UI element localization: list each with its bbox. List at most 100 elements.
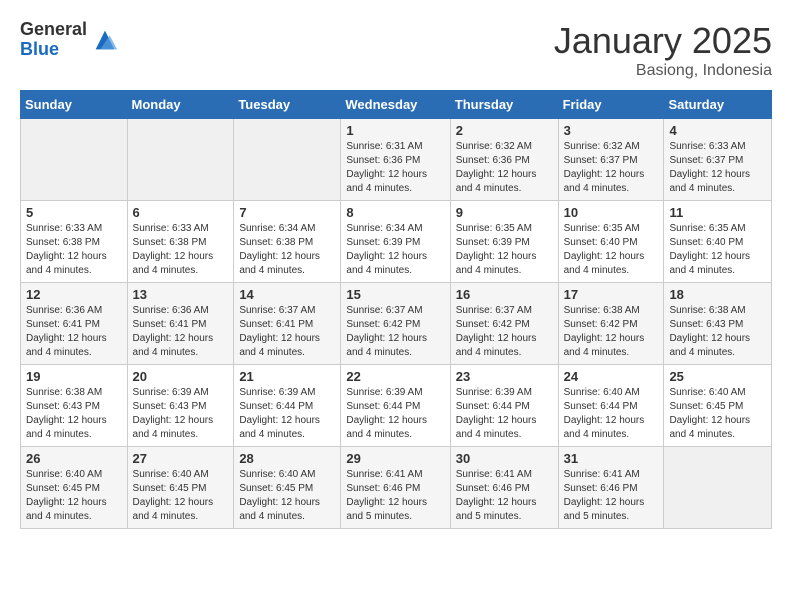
calendar-cell xyxy=(234,119,341,201)
day-info: Sunrise: 6:36 AM Sunset: 6:41 PM Dayligh… xyxy=(26,304,122,360)
calendar-cell: 10 Sunrise: 6:35 AM Sunset: 6:40 PM Dayli… xyxy=(558,201,664,283)
day-info: Sunrise: 6:33 AM Sunset: 6:38 PM Dayligh… xyxy=(133,222,229,278)
calendar-cell: 4 Sunrise: 6:33 AM Sunset: 6:37 PM Daylig… xyxy=(664,119,772,201)
day-number: 6 xyxy=(133,205,229,220)
calendar-cell: 24 Sunrise: 6:40 AM Sunset: 6:44 PM Dayli… xyxy=(558,365,664,447)
calendar-cell: 14 Sunrise: 6:37 AM Sunset: 6:41 PM Dayli… xyxy=(234,283,341,365)
calendar-cell: 18Sunrise: 6:38 AM Sunset: 6:43 PM Dayli… xyxy=(664,283,772,365)
day-info: Sunrise: 6:37 AM Sunset: 6:42 PM Dayligh… xyxy=(456,304,553,360)
day-info: Sunrise: 6:35 AM Sunset: 6:40 PM Dayligh… xyxy=(564,222,659,278)
calendar-cell: 15Sunrise: 6:37 AM Sunset: 6:42 PM Dayli… xyxy=(341,283,450,365)
calendar-cell: 8 Sunrise: 6:34 AM Sunset: 6:39 PM Daylig… xyxy=(341,201,450,283)
calendar-cell: 28 Sunrise: 6:40 AM Sunset: 6:45 PM Dayli… xyxy=(234,447,341,529)
day-number: 8 xyxy=(346,205,444,220)
day-number: 5 xyxy=(26,205,122,220)
day-number: 26 xyxy=(26,451,122,466)
calendar-week-1: 1Sunrise: 6:31 AM Sunset: 6:36 PM Daylig… xyxy=(21,119,772,201)
calendar-week-5: 26 Sunrise: 6:40 AM Sunset: 6:45 PM Dayli… xyxy=(21,447,772,529)
day-number: 13 xyxy=(133,287,229,302)
logo-icon xyxy=(91,26,119,54)
calendar-cell: 29 Sunrise: 6:41 AM Sunset: 6:46 PM Dayli… xyxy=(341,447,450,529)
day-number: 28 xyxy=(239,451,335,466)
calendar-cell: 26 Sunrise: 6:40 AM Sunset: 6:45 PM Dayli… xyxy=(21,447,128,529)
calendar-cell: 3Sunrise: 6:32 AM Sunset: 6:37 PM Daylig… xyxy=(558,119,664,201)
day-number: 22 xyxy=(346,369,444,384)
day-number: 14 xyxy=(239,287,335,302)
calendar-cell: 21 Sunrise: 6:39 AM Sunset: 6:44 PM Dayli… xyxy=(234,365,341,447)
day-number: 9 xyxy=(456,205,553,220)
day-info: Sunrise: 6:35 AM Sunset: 6:40 PM Dayligh… xyxy=(669,222,766,278)
day-info: Sunrise: 6:37 AM Sunset: 6:41 PM Dayligh… xyxy=(239,304,335,360)
logo-blue: Blue xyxy=(20,40,87,60)
location-subtitle: Basiong, Indonesia xyxy=(554,62,772,80)
weekday-header-tuesday: Tuesday xyxy=(234,91,341,119)
calendar-cell: 6 Sunrise: 6:33 AM Sunset: 6:38 PM Daylig… xyxy=(127,201,234,283)
day-number: 24 xyxy=(564,369,659,384)
day-info: Sunrise: 6:39 AM Sunset: 6:43 PM Dayligh… xyxy=(133,386,229,442)
day-info: Sunrise: 6:39 AM Sunset: 6:44 PM Dayligh… xyxy=(456,386,553,442)
day-number: 31 xyxy=(564,451,659,466)
calendar-cell: 13 Sunrise: 6:36 AM Sunset: 6:41 PM Dayli… xyxy=(127,283,234,365)
calendar-cell: 31Sunrise: 6:41 AM Sunset: 6:46 PM Dayli… xyxy=(558,447,664,529)
day-number: 29 xyxy=(346,451,444,466)
day-number: 21 xyxy=(239,369,335,384)
title-area: January 2025 Basiong, Indonesia xyxy=(554,20,772,80)
day-info: Sunrise: 6:40 AM Sunset: 6:45 PM Dayligh… xyxy=(239,468,335,524)
day-number: 4 xyxy=(669,123,766,138)
calendar-cell xyxy=(664,447,772,529)
calendar-week-4: 19Sunrise: 6:38 AM Sunset: 6:43 PM Dayli… xyxy=(21,365,772,447)
month-title: January 2025 xyxy=(554,20,772,62)
calendar-week-3: 12 Sunrise: 6:36 AM Sunset: 6:41 PM Dayli… xyxy=(21,283,772,365)
calendar-cell: 22 Sunrise: 6:39 AM Sunset: 6:44 PM Dayli… xyxy=(341,365,450,447)
calendar-cell: 12 Sunrise: 6:36 AM Sunset: 6:41 PM Dayli… xyxy=(21,283,128,365)
day-number: 30 xyxy=(456,451,553,466)
weekday-header-monday: Monday xyxy=(127,91,234,119)
day-number: 27 xyxy=(133,451,229,466)
calendar-cell: 20Sunrise: 6:39 AM Sunset: 6:43 PM Dayli… xyxy=(127,365,234,447)
calendar-cell: 9 Sunrise: 6:35 AM Sunset: 6:39 PM Daylig… xyxy=(450,201,558,283)
calendar-cell: 16 Sunrise: 6:37 AM Sunset: 6:42 PM Dayli… xyxy=(450,283,558,365)
calendar-cell: 1Sunrise: 6:31 AM Sunset: 6:36 PM Daylig… xyxy=(341,119,450,201)
calendar-cell: 25 Sunrise: 6:40 AM Sunset: 6:45 PM Dayli… xyxy=(664,365,772,447)
calendar-cell: 7 Sunrise: 6:34 AM Sunset: 6:38 PM Daylig… xyxy=(234,201,341,283)
day-number: 7 xyxy=(239,205,335,220)
calendar-table: SundayMondayTuesdayWednesdayThursdayFrid… xyxy=(20,90,772,529)
day-info: Sunrise: 6:40 AM Sunset: 6:45 PM Dayligh… xyxy=(26,468,122,524)
day-number: 23 xyxy=(456,369,553,384)
day-number: 18 xyxy=(669,287,766,302)
calendar-cell: 5Sunrise: 6:33 AM Sunset: 6:38 PM Daylig… xyxy=(21,201,128,283)
day-number: 10 xyxy=(564,205,659,220)
day-info: Sunrise: 6:40 AM Sunset: 6:45 PM Dayligh… xyxy=(669,386,766,442)
day-info: Sunrise: 6:41 AM Sunset: 6:46 PM Dayligh… xyxy=(456,468,553,524)
calendar-cell xyxy=(21,119,128,201)
day-info: Sunrise: 6:35 AM Sunset: 6:39 PM Dayligh… xyxy=(456,222,553,278)
logo-general: General xyxy=(20,20,87,40)
day-info: Sunrise: 6:36 AM Sunset: 6:41 PM Dayligh… xyxy=(133,304,229,360)
day-info: Sunrise: 6:41 AM Sunset: 6:46 PM Dayligh… xyxy=(346,468,444,524)
weekday-header-sunday: Sunday xyxy=(21,91,128,119)
weekday-header-row: SundayMondayTuesdayWednesdayThursdayFrid… xyxy=(21,91,772,119)
day-number: 15 xyxy=(346,287,444,302)
day-info: Sunrise: 6:34 AM Sunset: 6:39 PM Dayligh… xyxy=(346,222,444,278)
calendar-week-2: 5 Sunrise: 6:33 AM Sunset: 6:38 PM Daylig… xyxy=(21,201,772,283)
day-number: 16 xyxy=(456,287,553,302)
day-info: Sunrise: 6:39 AM Sunset: 6:44 PM Dayligh… xyxy=(346,386,444,442)
day-info: Sunrise: 6:39 AM Sunset: 6:44 PM Dayligh… xyxy=(239,386,335,442)
weekday-header-wednesday: Wednesday xyxy=(341,91,450,119)
day-number: 12 xyxy=(26,287,122,302)
day-info: Sunrise: 6:32 AM Sunset: 6:36 PM Dayligh… xyxy=(456,140,553,196)
day-info: Sunrise: 6:40 AM Sunset: 6:44 PM Dayligh… xyxy=(564,386,659,442)
day-number: 1 xyxy=(346,123,444,138)
day-info: Sunrise: 6:34 AM Sunset: 6:38 PM Dayligh… xyxy=(239,222,335,278)
logo: General Blue xyxy=(20,20,119,60)
day-number: 17 xyxy=(564,287,659,302)
calendar-cell: 19Sunrise: 6:38 AM Sunset: 6:43 PM Dayli… xyxy=(21,365,128,447)
weekday-header-thursday: Thursday xyxy=(450,91,558,119)
day-number: 25 xyxy=(669,369,766,384)
logo-text: General Blue xyxy=(20,20,87,60)
day-number: 11 xyxy=(669,205,766,220)
day-info: Sunrise: 6:33 AM Sunset: 6:37 PM Dayligh… xyxy=(669,140,766,196)
calendar-cell: 11 Sunrise: 6:35 AM Sunset: 6:40 PM Dayli… xyxy=(664,201,772,283)
weekday-header-friday: Friday xyxy=(558,91,664,119)
calendar-cell: 27Sunrise: 6:40 AM Sunset: 6:45 PM Dayli… xyxy=(127,447,234,529)
